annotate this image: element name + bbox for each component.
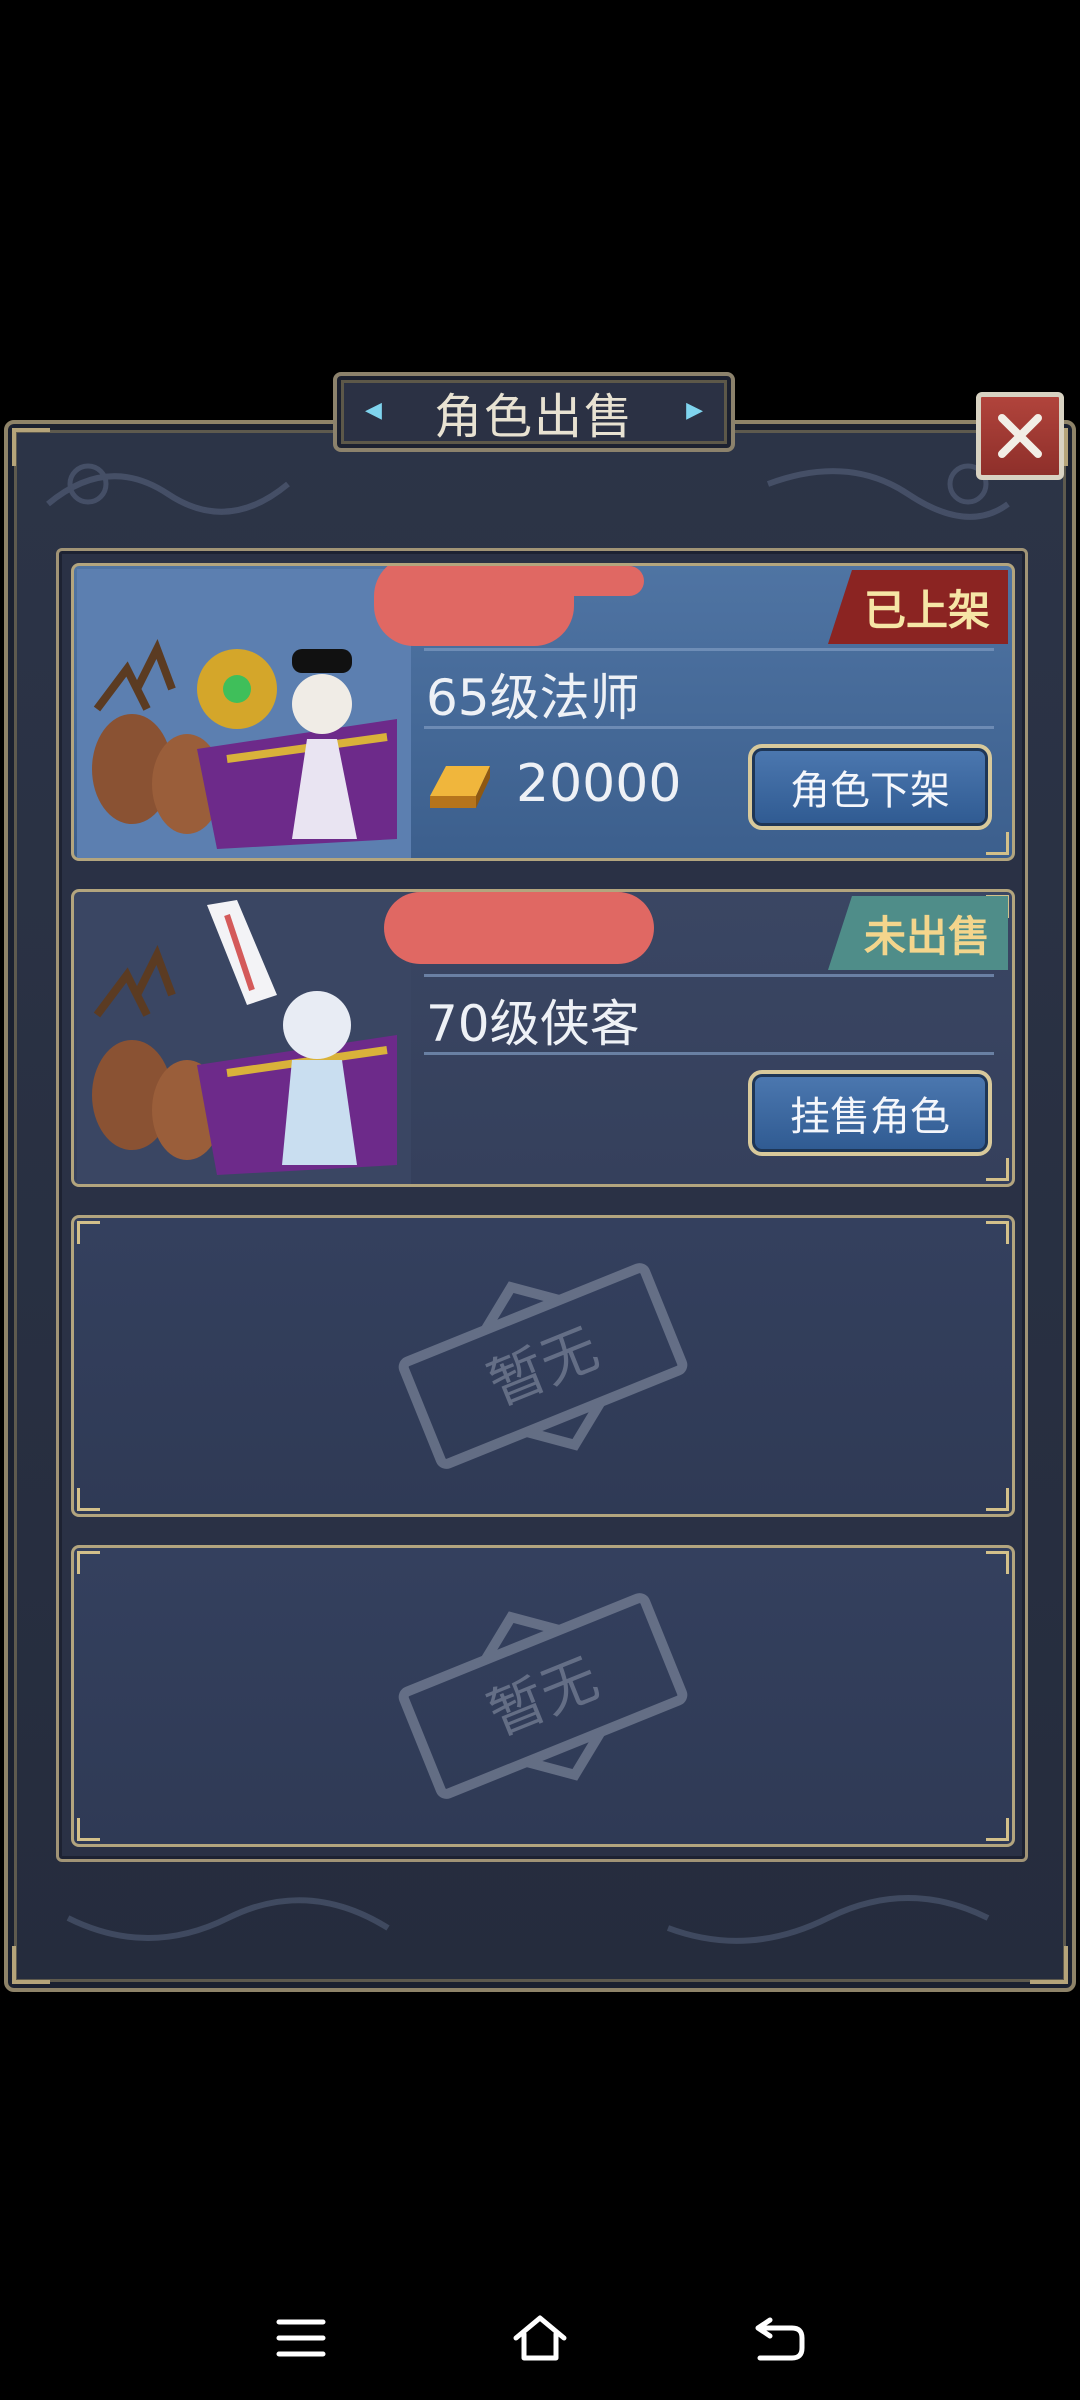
stamp-icon: 暂无 [398,1263,688,1469]
close-button[interactable] [976,392,1064,480]
redacted-name [494,566,644,596]
price-value: 20000 [516,754,682,814]
card-corner [77,1818,100,1841]
role-level-class: 65级法师 [426,669,640,727]
empty-role-slot: 暂无 [71,1215,1015,1517]
scroll-ornament [66,1895,990,1944]
status-badge: 未出售 [827,896,1008,970]
divider [424,974,994,977]
home-icon[interactable] [510,2312,570,2364]
gold-ingot-icon [430,766,490,808]
role-level-class: 70级侠客 [426,995,640,1053]
back-icon[interactable] [752,2314,808,2364]
empty-stamp: 暂无 [373,1256,713,1476]
card-corner [77,1488,100,1511]
card-corner [986,1158,1009,1181]
card-corner [986,1221,1009,1244]
role-card[interactable]: 70级侠客 未出售 挂售角色 [71,889,1015,1187]
card-corner [986,832,1009,855]
divider [424,726,994,729]
card-corner [77,1221,100,1244]
navigation-bar [0,2280,1080,2400]
left-arrow-icon: ◀ [365,398,382,423]
divider [424,1052,994,1055]
role-list: 65级法师 已上架 20000 角色下架 70级侠客 未出售 挂售角色 暂无 暂… [56,548,1028,1862]
card-corner [986,1818,1009,1841]
frame-corner [1030,1946,1068,1984]
divider [424,648,994,651]
dialog-title: 角色出售 [433,389,634,445]
swordsman-sleigh-portrait [77,895,411,1184]
role-card[interactable]: 65级法师 已上架 20000 角色下架 [71,563,1015,861]
redacted-name [384,892,654,964]
right-arrow-icon: ▶ [686,398,703,423]
card-corner [986,1488,1009,1511]
card-corner [986,1551,1009,1574]
mage-sleigh-portrait [77,569,411,858]
scroll-ornament [46,463,1010,520]
empty-stamp: 暂无 [373,1586,713,1806]
menu-icon[interactable] [275,2316,327,2360]
stamp-icon: 暂无 [398,1593,688,1799]
list-role-for-sale-button[interactable]: 挂售角色 [748,1070,992,1156]
status-badge: 已上架 [827,570,1008,644]
close-icon [998,414,1042,458]
dialog-title-tab: ◀ 角色出售 ▶ [333,372,735,452]
delist-role-button[interactable]: 角色下架 [748,744,992,830]
card-corner [77,1551,100,1574]
empty-role-slot: 暂无 [71,1545,1015,1847]
